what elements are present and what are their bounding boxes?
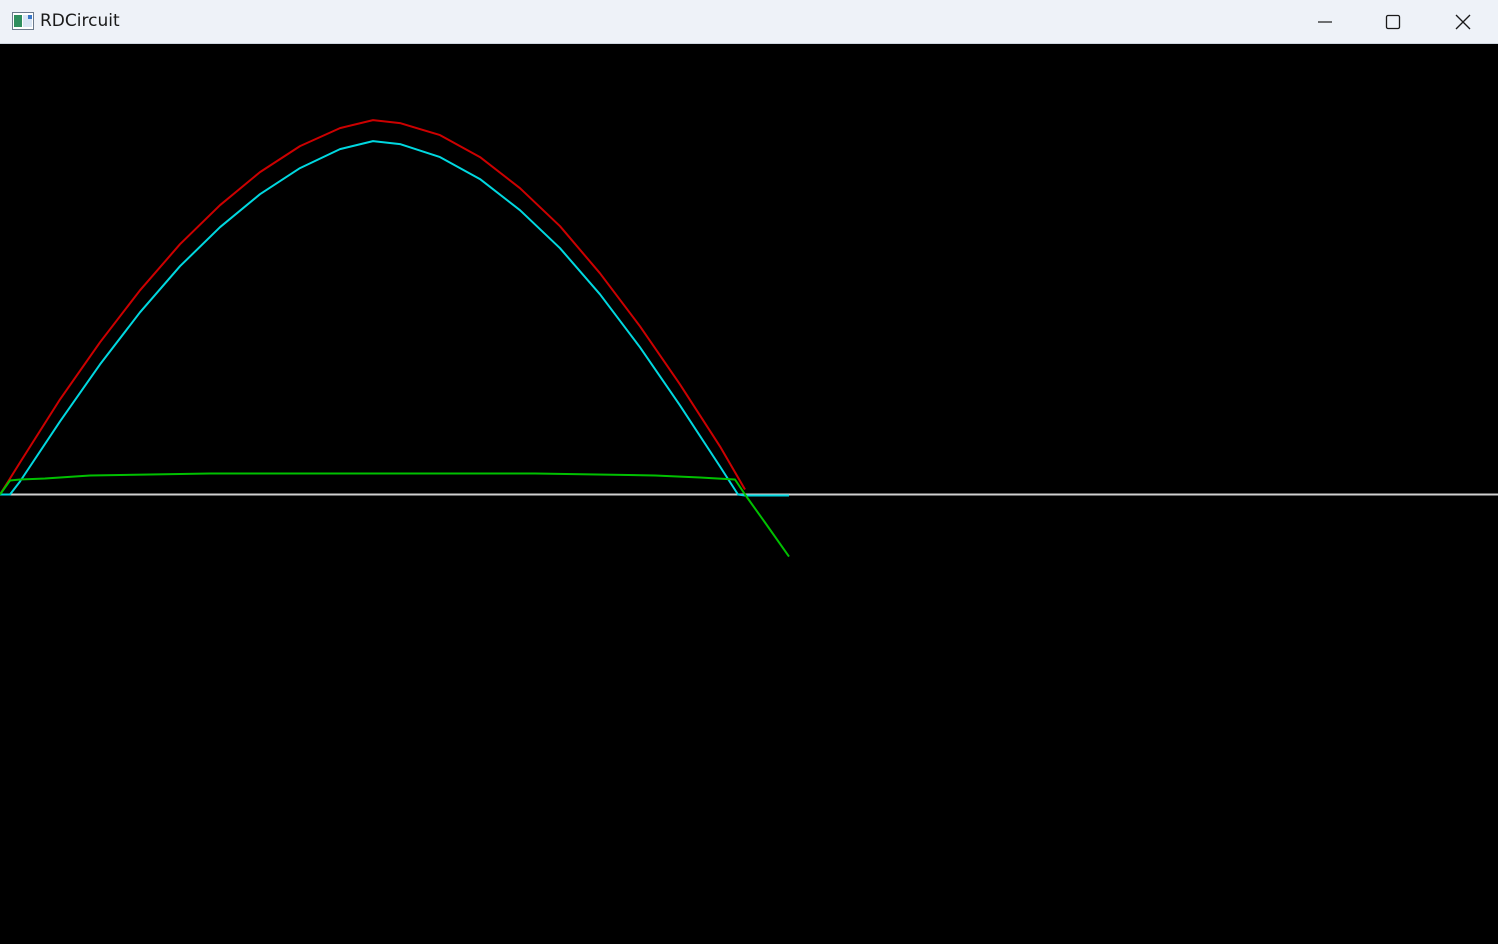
maximize-icon [1385,14,1401,30]
close-button[interactable] [1428,0,1498,44]
title-bar[interactable]: RDCircuit [0,0,1498,44]
minimize-icon [1318,21,1332,23]
app-window: RDCircuit [0,0,1498,940]
close-icon [1455,14,1471,30]
diode-voltage-line [0,472,790,558]
window-app-icon [12,12,34,30]
waveform-plot [0,119,1498,558]
plot-canvas [0,45,1498,940]
window-title: RDCircuit [40,11,120,31]
minimize-button[interactable] [1290,0,1360,44]
maximize-button[interactable] [1358,0,1428,44]
input-voltage-line [0,119,746,496]
